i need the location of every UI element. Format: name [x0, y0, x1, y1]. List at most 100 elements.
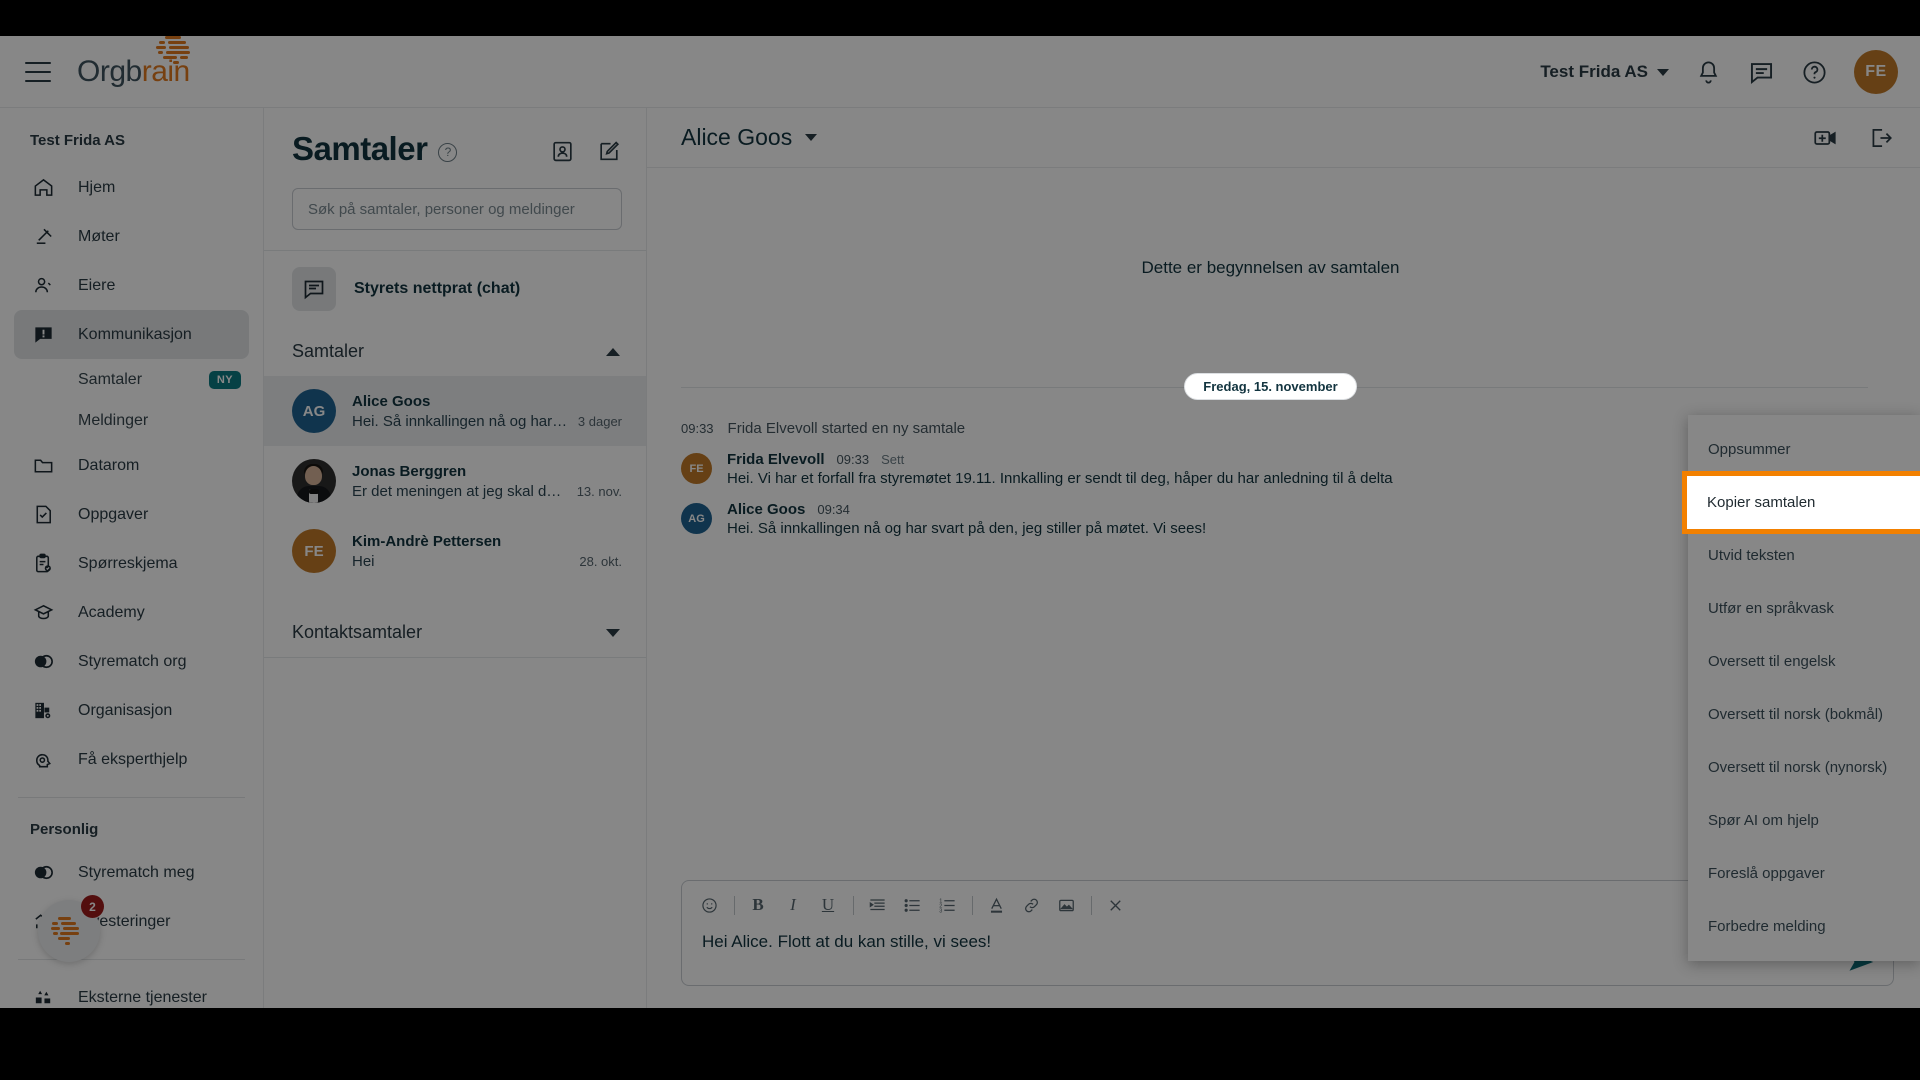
- avatar: FE: [292, 529, 336, 573]
- link-icon[interactable]: [1018, 892, 1044, 918]
- sidebar-label: Eksterne tjenester: [78, 988, 207, 1006]
- sidebar-item-sporreskjema[interactable]: Spørreskjema: [14, 539, 249, 588]
- status-badge: NY: [208, 370, 241, 389]
- image-icon[interactable]: [1053, 892, 1079, 918]
- menu-item-oppsummer[interactable]: Oppsummer: [1688, 423, 1920, 476]
- menu-item-oversett-bokmal[interactable]: Oversett til norsk (bokmål): [1688, 688, 1920, 741]
- board-chat-link[interactable]: Styrets nettprat (chat): [264, 251, 646, 327]
- group-label: Kontaktsamtaler: [292, 622, 423, 642]
- puzzle-icon: [30, 985, 56, 1009]
- brain-logo-icon: [50, 916, 88, 946]
- conversation-time: 28. okt.: [579, 553, 622, 569]
- avatar-initials: AG: [302, 402, 326, 420]
- sidebar-item-eiere[interactable]: Eiere: [14, 261, 249, 310]
- numbered-list-icon[interactable]: 123: [934, 892, 960, 918]
- bullet-list-icon[interactable]: [899, 892, 925, 918]
- chevron-down-icon: [1657, 68, 1669, 76]
- menu-item-sprakvask[interactable]: Utfør en språkvask: [1688, 582, 1920, 635]
- sidebar-org-label: Test Frida AS: [30, 132, 126, 149]
- conversation-preview: Hei. Så innkallingen nå og har s…: [352, 412, 568, 430]
- menu-item-utvid-teksten[interactable]: Utvid teksten: [1688, 529, 1920, 582]
- chat-icon[interactable]: [1748, 59, 1775, 86]
- group-header-samtaler[interactable]: Samtaler: [264, 327, 646, 376]
- list-item[interactable]: AG Alice Goos Hei. Så innkallingen nå og…: [264, 376, 646, 446]
- head-gear-icon: [30, 747, 56, 773]
- org-switcher-label: Test Frida AS: [1540, 62, 1648, 81]
- sidebar-label: Oppgaver: [78, 505, 149, 523]
- avatar: AG: [292, 389, 336, 433]
- sidebar-item-academy[interactable]: Academy: [14, 588, 249, 637]
- sidebar-label: Styrematch meg: [78, 863, 195, 881]
- indent-icon[interactable]: [864, 892, 890, 918]
- sidebar-item-eksterne-tjenester[interactable]: Eksterne tjenester: [14, 973, 249, 1008]
- sidebar-item-moter[interactable]: Møter: [14, 212, 249, 261]
- sidebar-item-eksperthjelp[interactable]: Få eksperthjelp: [14, 735, 249, 784]
- sidebar-item-hjem[interactable]: Hjem: [14, 163, 249, 212]
- message-status: Sett: [881, 452, 905, 467]
- sidebar-label: Eiere: [78, 276, 116, 294]
- divider: [264, 657, 646, 658]
- venn-icon: [30, 649, 56, 675]
- compose-icon[interactable]: [597, 139, 622, 164]
- avatar: AG: [681, 503, 712, 534]
- gavel-icon: [30, 224, 56, 250]
- sidebar-item-datarom[interactable]: Datarom: [14, 441, 249, 490]
- sidebar-item-styrematch-meg[interactable]: Styrematch meg: [14, 848, 249, 897]
- menu-item-kopier-samtalen[interactable]: Kopier samtalen: [1682, 471, 1920, 534]
- conversation-name: Jonas Berggren: [352, 462, 467, 480]
- venn-icon: [30, 860, 56, 886]
- sidebar-item-styrematch-org[interactable]: Styrematch org: [14, 637, 249, 686]
- chevron-down-icon[interactable]: [805, 134, 818, 141]
- sidebar-label: Academy: [78, 603, 145, 621]
- chevron-up-icon: [606, 347, 620, 356]
- user-avatar[interactable]: FE: [1854, 50, 1898, 94]
- sidebar-item-organisasjon[interactable]: Organisasjon: [14, 686, 249, 735]
- group-header-kontaktsamtaler[interactable]: Kontaktsamtaler: [264, 608, 646, 657]
- people-icon: [30, 273, 56, 299]
- help-icon[interactable]: [1801, 59, 1828, 86]
- sidebar-item-kommunikasjon[interactable]: Kommunikasjon: [14, 310, 249, 359]
- menu-item-oversett-engelsk[interactable]: Oversett til engelsk: [1688, 635, 1920, 688]
- list-item[interactable]: FE Kim-Andrè Pettersen Hei 28. okt.: [264, 516, 646, 586]
- menu-item-spor-ai[interactable]: Spør AI om hjelp: [1688, 794, 1920, 847]
- contacts-icon[interactable]: [550, 139, 575, 164]
- menu-item-forbedre-melding[interactable]: Forbedre melding: [1688, 900, 1920, 953]
- sidebar-item-oppgaver[interactable]: Oppgaver: [14, 490, 249, 539]
- sidebar-subitem-meldinger[interactable]: Meldinger: [14, 400, 249, 441]
- conversation-time: 3 dager: [577, 413, 622, 429]
- org-switcher[interactable]: Test Frida AS: [1540, 62, 1669, 82]
- underline-icon[interactable]: U: [815, 892, 841, 918]
- brand-logo[interactable]: Orgbrain: [77, 35, 190, 89]
- menu-toggle-icon[interactable]: [25, 61, 51, 82]
- clear-format-icon[interactable]: [1102, 892, 1128, 918]
- group-label: Samtaler: [292, 341, 365, 361]
- search-input[interactable]: [292, 188, 622, 230]
- text-color-icon[interactable]: [983, 892, 1009, 918]
- chevron-down-icon: [606, 628, 620, 637]
- sidebar-subitem-samtaler[interactable]: Samtaler NY: [14, 359, 249, 400]
- emoji-icon[interactable]: [696, 892, 722, 918]
- menu-item-foresla-oppgaver[interactable]: Foreslå oppgaver: [1688, 847, 1920, 900]
- bell-icon[interactable]: [1695, 59, 1722, 86]
- app-body: Test Frida AS Hjem Møter Eiere Kommunika…: [0, 108, 1920, 1008]
- screen-root: Orgbrain Test Frida AS FE Test Frida AS …: [0, 0, 1920, 1080]
- sidebar-section-personlig: Personlig: [30, 821, 99, 838]
- add-video-icon[interactable]: [1812, 125, 1838, 151]
- support-chat-widget[interactable]: 2: [38, 895, 104, 962]
- leave-icon[interactable]: [1868, 125, 1894, 151]
- sidebar-label: Kommunikasjon: [78, 325, 192, 343]
- menu-item-oversett-nynorsk[interactable]: Oversett til norsk (nynorsk): [1688, 741, 1920, 794]
- thread-begin-note: Dette er begynnelsen av samtalen: [1141, 258, 1400, 277]
- conversation-header: Alice Goos: [647, 108, 1920, 168]
- sidebar-divider: [18, 959, 245, 960]
- sidebar-label: Styrematch org: [78, 652, 187, 670]
- italic-icon[interactable]: I: [780, 892, 806, 918]
- list-item[interactable]: Jonas Berggren Er det meningen at jeg sk…: [264, 446, 646, 516]
- sidebar-label: Hjem: [78, 178, 116, 196]
- help-icon[interactable]: ?: [438, 142, 458, 162]
- sidebar-label: Få eksperthjelp: [78, 750, 188, 768]
- bold-icon[interactable]: B: [745, 892, 771, 918]
- sidebar-sublabel: Meldinger: [78, 411, 149, 429]
- task-icon: [30, 502, 56, 528]
- message-text: Hei. Så innkallingen nå og har svart på …: [727, 520, 1207, 537]
